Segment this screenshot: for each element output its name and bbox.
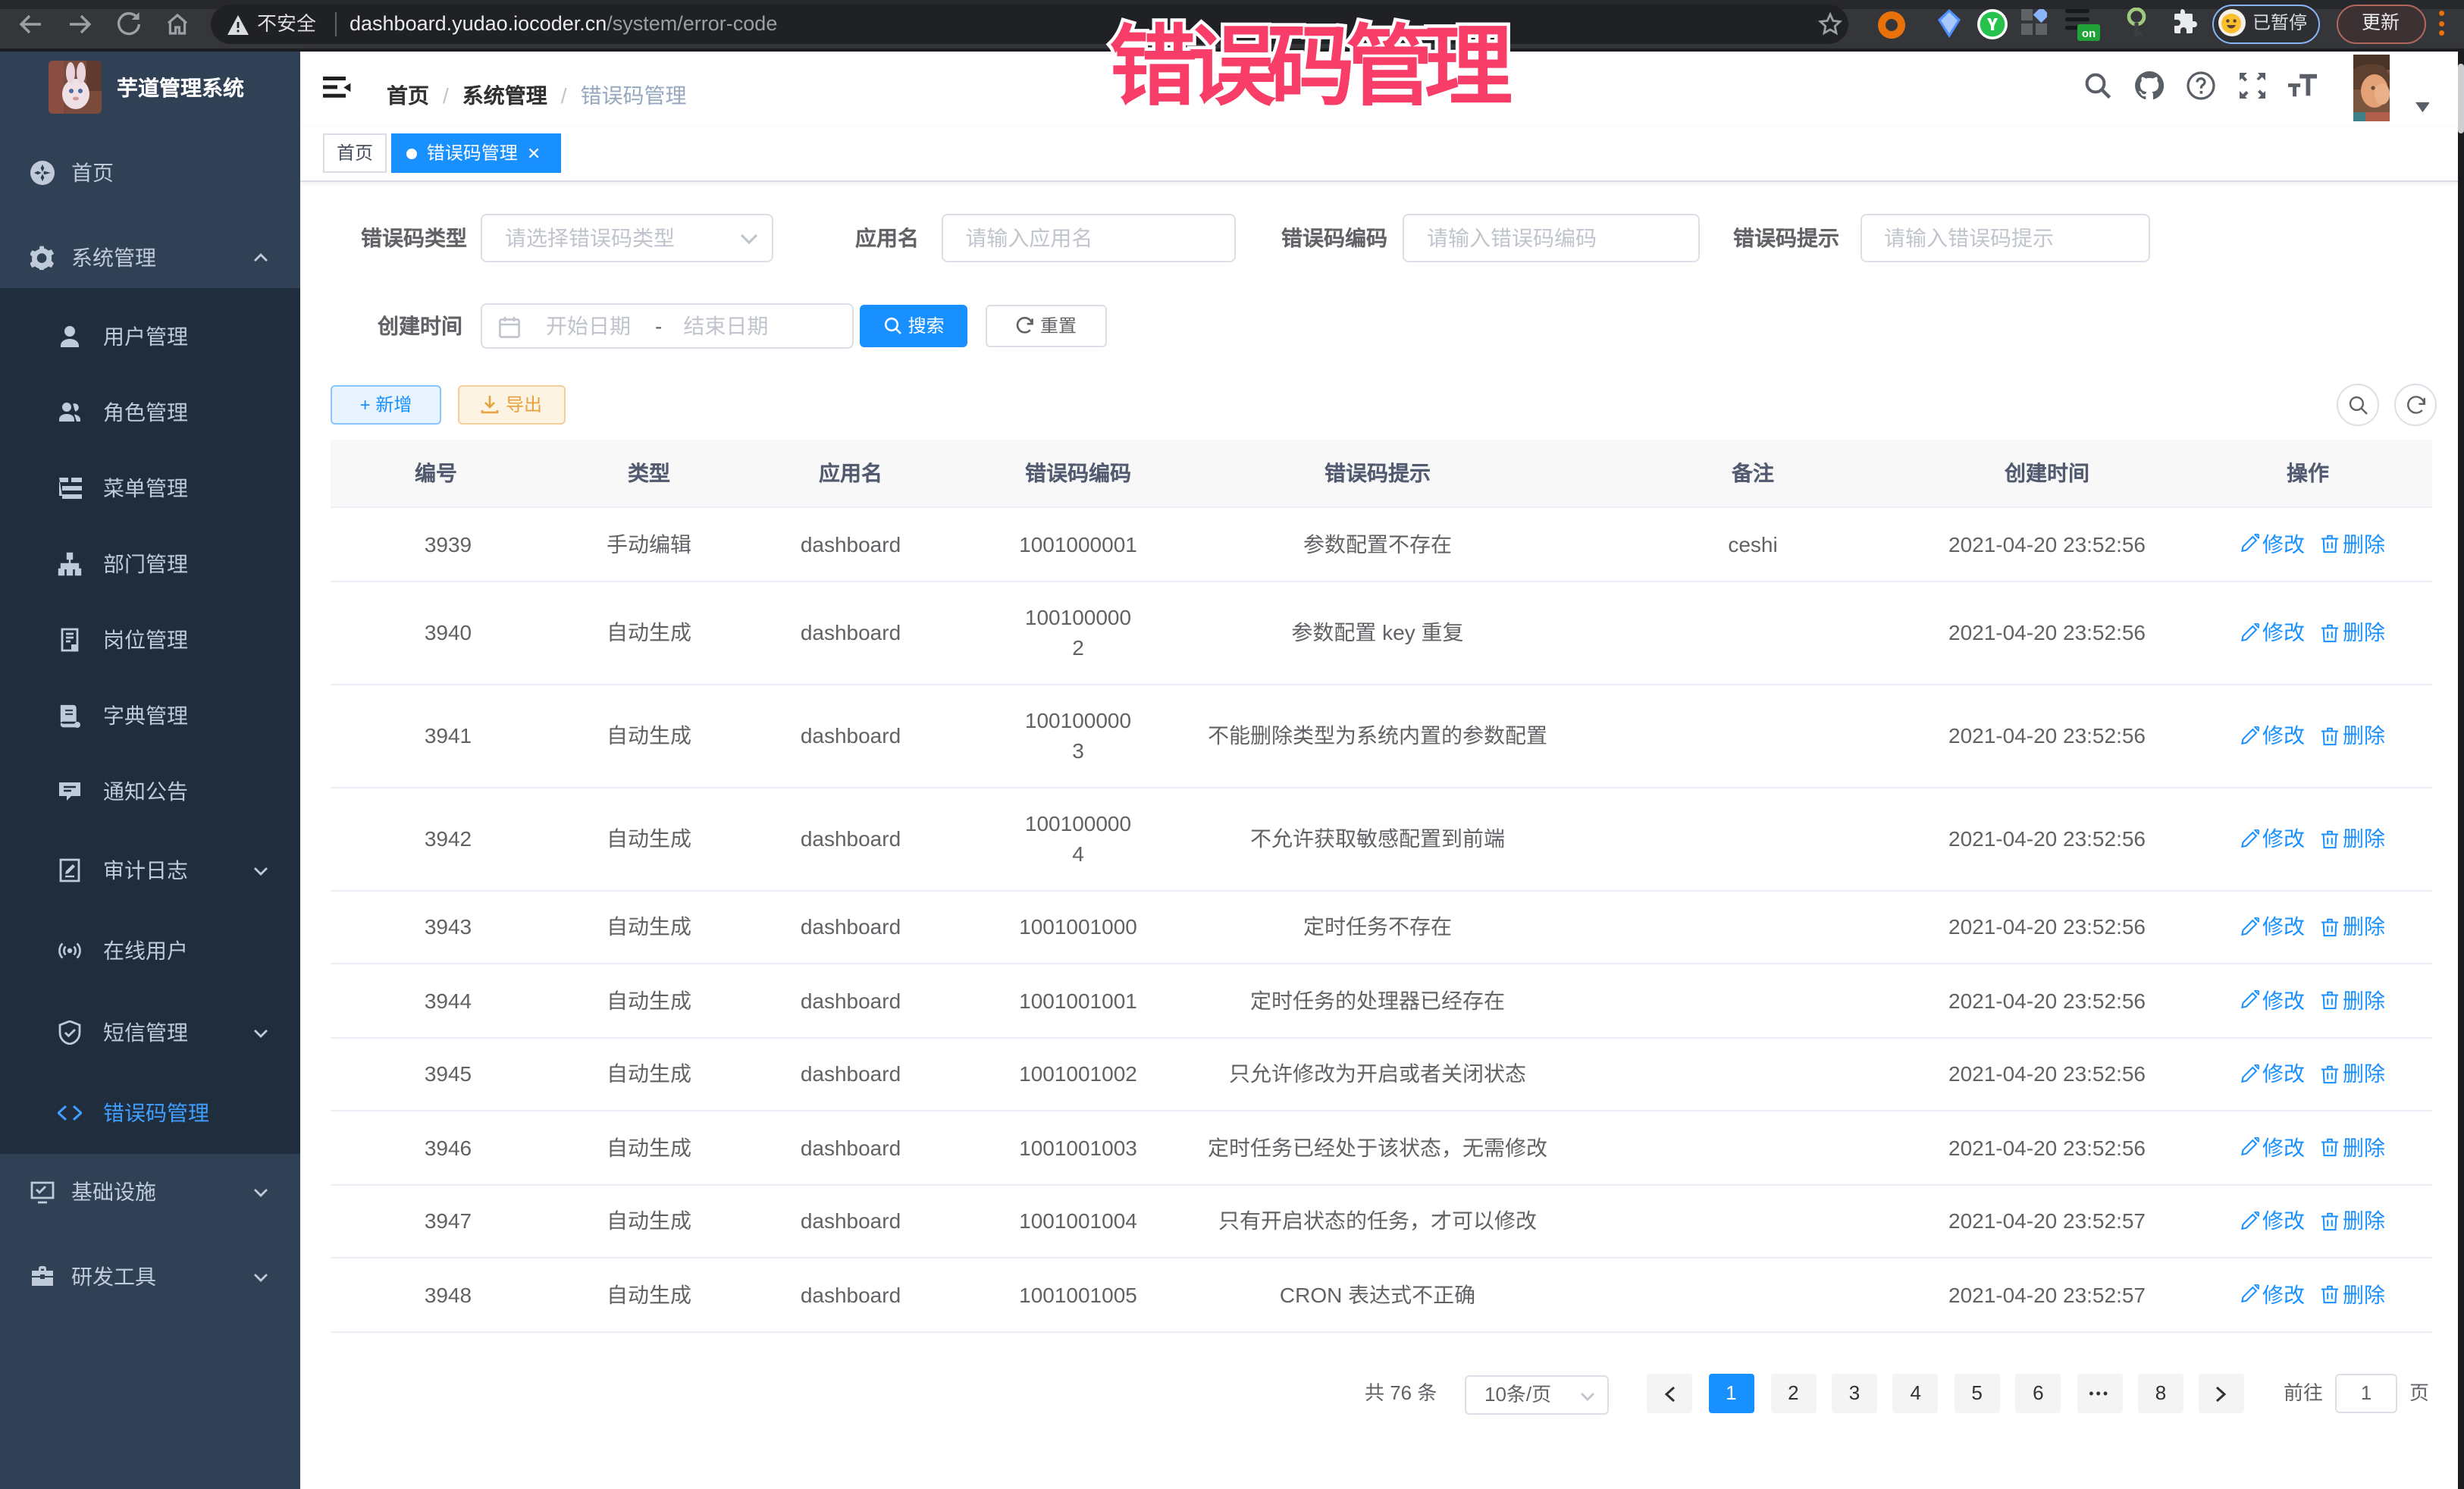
svg-text:错误码管理: 错误码管理 xyxy=(1109,17,1511,116)
svg-text:on: on xyxy=(2082,27,2096,40)
